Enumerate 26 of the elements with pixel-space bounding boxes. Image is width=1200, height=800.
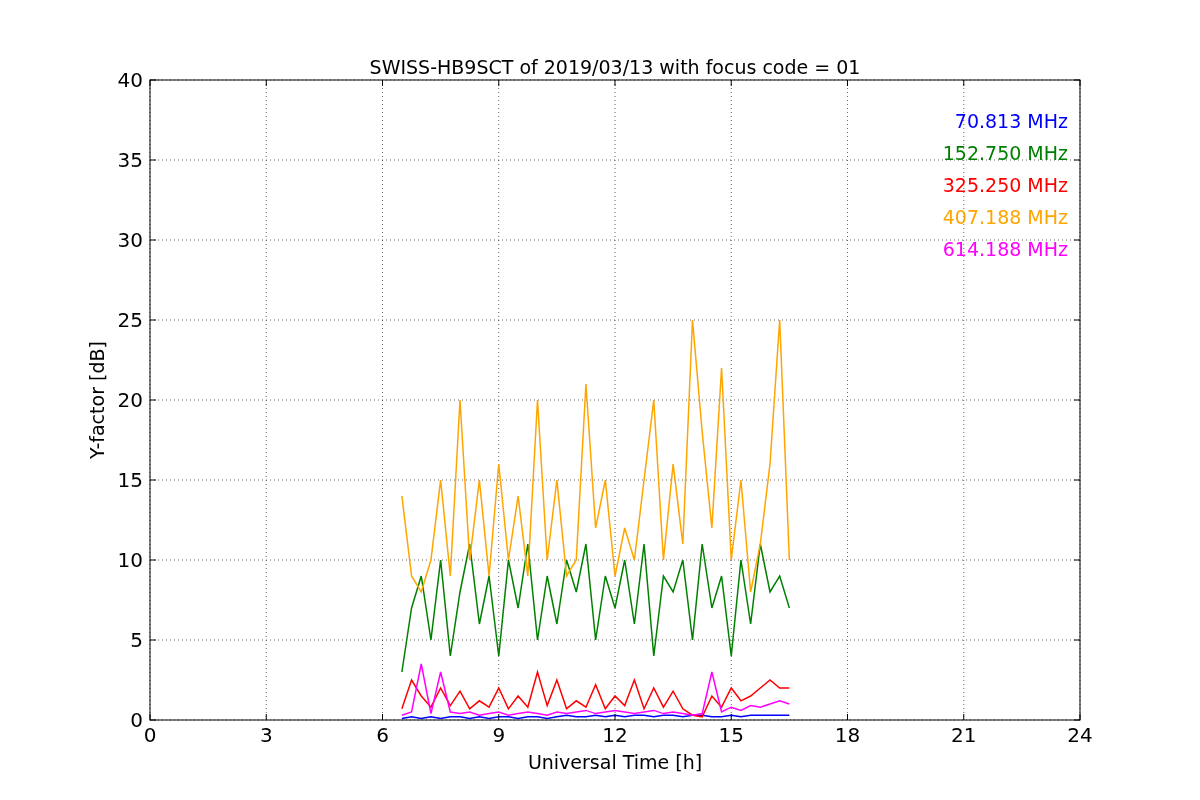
tick-label: 35 [117, 148, 143, 172]
legend-label: 614.188 MHz [942, 238, 1068, 260]
tick-label: 40 [117, 68, 143, 92]
legend-label: 407.188 MHz [942, 206, 1068, 228]
tick-label: 12 [602, 723, 628, 747]
tick-label: 21 [951, 723, 977, 747]
tick-label: 10 [117, 548, 143, 572]
tick-label: 3 [259, 723, 273, 747]
tick-label: 5 [130, 628, 143, 652]
tick-label: 6 [376, 723, 389, 747]
tick-label: 15 [117, 468, 143, 492]
tick-label: 0 [130, 708, 143, 732]
legend-label: 70.813 MHz [954, 110, 1068, 132]
legend-label: 325.250 MHz [942, 174, 1068, 196]
tick-label: 18 [834, 723, 861, 747]
tick-label: 15 [718, 723, 744, 747]
legend-label: 152.750 MHz [942, 142, 1068, 164]
axis-label: Y-factor [dB] [86, 341, 108, 459]
tick-label: 9 [492, 723, 506, 747]
tick-label: 20 [117, 388, 143, 412]
tick-label: 0 [143, 723, 157, 747]
tick-label: 25 [117, 308, 143, 332]
chart-title: SWISS-HB9SCT of 2019/03/13 with focus code = 01 [369, 56, 861, 78]
axis-label: Universal Time [h] [527, 751, 703, 773]
tick-label: 30 [117, 228, 143, 252]
tick-label: 24 [1067, 723, 1093, 747]
